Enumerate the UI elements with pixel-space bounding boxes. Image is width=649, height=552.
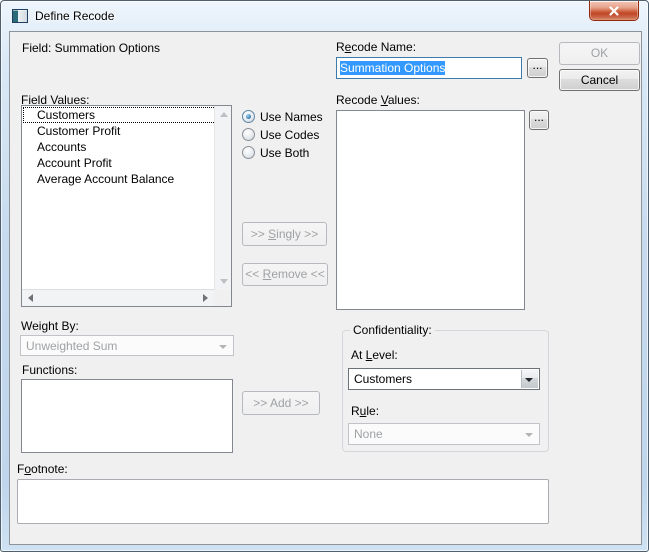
app-icon	[12, 9, 28, 23]
radio-button-icon	[242, 146, 255, 159]
footnote-label: Footnote:	[17, 462, 68, 476]
add-button[interactable]: >> Add >>	[242, 391, 320, 415]
confidentiality-group: Confidentiality: At Level: Customers Rul…	[342, 330, 549, 452]
confidentiality-label: Confidentiality:	[350, 323, 435, 337]
radio-use-both[interactable]: Use Both	[242, 146, 309, 161]
remove-button[interactable]: << Remove <<	[242, 263, 328, 286]
vertical-scrollbar[interactable]	[214, 106, 231, 290]
selected-text: Summation Options	[340, 61, 445, 75]
field-values-list[interactable]: CustomersCustomer ProfitAccountsAccount …	[21, 105, 232, 307]
combobox-value: Unweighted Sum	[26, 339, 213, 353]
list-item[interactable]: Accounts	[23, 139, 230, 155]
radio-use-names[interactable]: Use Names	[242, 110, 323, 125]
radio-label: Use Codes	[260, 128, 319, 142]
functions-list[interactable]	[21, 379, 233, 453]
window-title: Define Recode	[35, 9, 114, 23]
field-summary-label: Field: Summation Options	[22, 41, 160, 55]
field-values-items: CustomersCustomer ProfitAccountsAccount …	[23, 107, 230, 187]
recode-name-input[interactable]: Summation Options	[336, 57, 522, 79]
title-bar[interactable]: Define Recode	[1, 1, 648, 31]
radio-button-icon	[242, 128, 255, 141]
scroll-down-icon	[220, 279, 228, 284]
recode-values-list[interactable]	[336, 110, 525, 310]
recode-name-browse-button[interactable]: ...	[527, 58, 548, 78]
list-item[interactable]: Customers	[23, 107, 230, 123]
recode-name-label: Recode Name:	[336, 40, 416, 54]
ok-button[interactable]: OK	[559, 42, 640, 65]
weight-by-label: Weight By:	[21, 319, 79, 333]
rule-combobox[interactable]: None	[348, 423, 540, 445]
at-level-combobox[interactable]: Customers	[348, 368, 540, 390]
rule-label: Rule:	[351, 404, 379, 418]
radio-button-icon	[242, 110, 255, 123]
singly-button[interactable]: >> Singly >>	[242, 222, 327, 246]
recode-values-label: Recode Values:	[336, 93, 420, 107]
list-item[interactable]: Customer Profit	[23, 123, 230, 139]
radio-use-codes[interactable]: Use Codes	[242, 128, 319, 143]
combobox-value: None	[354, 427, 519, 441]
close-button[interactable]	[589, 1, 639, 21]
recode-values-browse-button[interactable]: ...	[529, 110, 549, 130]
horizontal-scrollbar[interactable]	[22, 289, 214, 306]
list-item[interactable]: Account Profit	[23, 155, 230, 171]
close-icon	[609, 6, 620, 15]
footnote-input[interactable]	[17, 479, 549, 524]
scrollbar-corner	[214, 290, 231, 306]
combobox-value: Customers	[354, 372, 519, 386]
chevron-down-icon	[219, 345, 227, 349]
chevron-down-icon	[525, 433, 533, 437]
radio-label: Use Names	[260, 110, 323, 124]
scroll-right-icon	[203, 294, 208, 302]
list-item[interactable]: Average Account Balance	[23, 171, 230, 187]
cancel-button[interactable]: Cancel	[559, 69, 640, 91]
scroll-left-icon	[28, 294, 33, 302]
functions-label: Functions:	[22, 363, 77, 377]
chevron-down-icon	[525, 378, 533, 382]
radio-label: Use Both	[260, 146, 309, 160]
weight-by-combobox[interactable]: Unweighted Sum	[20, 335, 234, 356]
dialog-client-area: Field: Summation Options Recode Name: Su…	[9, 31, 642, 545]
at-level-label: At Level:	[351, 348, 398, 362]
scroll-up-icon	[220, 112, 228, 117]
define-recode-dialog: Define Recode Field: Summation Options R…	[0, 0, 649, 552]
